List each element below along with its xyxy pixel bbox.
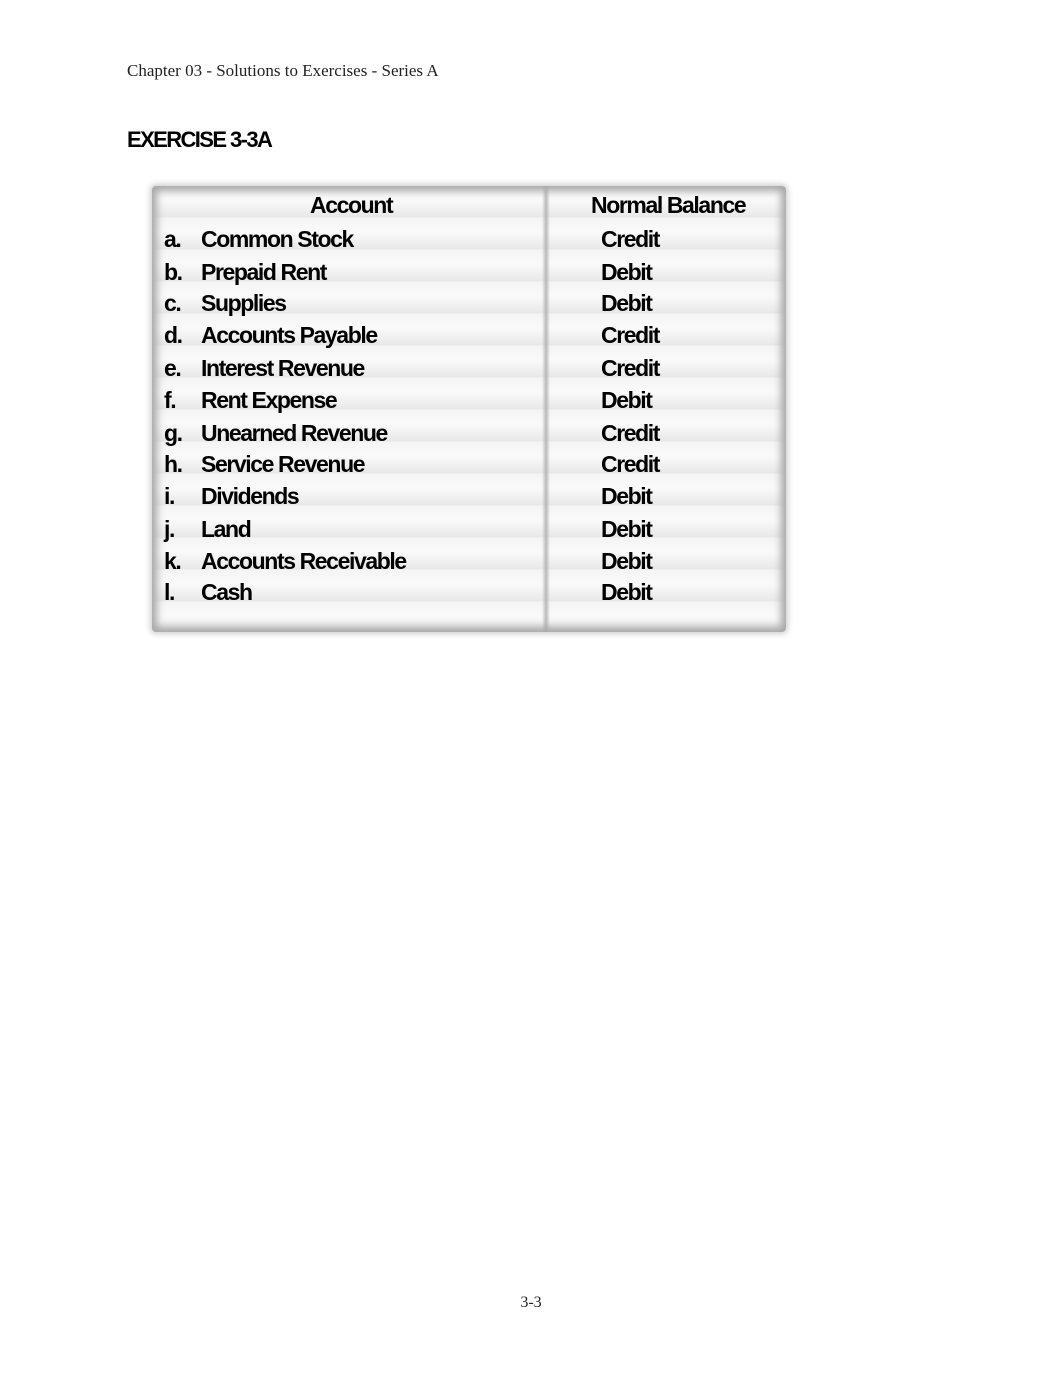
running-header: Chapter 03 - Solutions to Exercises - Se… <box>127 61 439 80</box>
account-name: Unearned Revenue <box>201 420 388 446</box>
table-row: h. Service Revenue Credit <box>152 451 786 483</box>
table-row: i. Dividends Debit <box>152 483 786 515</box>
table-row: g. Unearned Revenue Credit <box>152 420 786 452</box>
account-name: Service Revenue <box>201 451 366 477</box>
table-row: c. Supplies Debit <box>152 290 786 322</box>
normal-balance: Credit <box>601 451 660 477</box>
row-letter: f. <box>164 387 177 413</box>
table-row: e. Interest Revenue Credit <box>152 355 786 387</box>
table-row: a. Common Stock Credit <box>152 226 786 258</box>
table-row: j. Land Debit <box>152 516 786 548</box>
row-letter: c. <box>164 290 182 316</box>
table-row: f. Rent Expense Debit <box>152 387 786 419</box>
normal-balance: Credit <box>601 322 660 348</box>
column-header-normal-balance: Normal Balance <box>591 192 747 218</box>
table-row: l. Cash Debit <box>152 579 786 611</box>
row-letter: d. <box>164 322 183 348</box>
account-name: Land <box>201 516 252 542</box>
exercise-title: EXERCISE 3-3A <box>127 127 273 152</box>
normal-balance: Debit <box>601 483 653 509</box>
normal-balance: Debit <box>601 548 653 574</box>
table-row: d. Accounts Payable Credit <box>152 322 786 354</box>
normal-balance: Credit <box>601 355 660 381</box>
account-name: Cash <box>201 579 253 605</box>
row-letter: j. <box>164 516 175 542</box>
account-name: Accounts Payable <box>201 322 378 348</box>
account-name: Rent Expense <box>201 387 338 413</box>
table-row: k. Accounts Receivable Debit <box>152 548 786 580</box>
normal-balance: Debit <box>601 579 653 605</box>
account-name: Prepaid Rent <box>201 259 327 285</box>
account-name: Common Stock <box>201 226 354 252</box>
row-letter: i. <box>164 483 175 509</box>
account-name: Supplies <box>201 290 287 316</box>
row-letter: k. <box>164 548 182 574</box>
column-header-account: Account <box>310 192 394 218</box>
account-name: Accounts Receivable <box>201 548 407 574</box>
normal-balance-table: Account Normal Balance a. Common Stock Cre… <box>152 186 786 632</box>
row-letter: g. <box>164 420 183 446</box>
row-letter: h. <box>164 451 183 477</box>
normal-balance: Debit <box>601 290 653 316</box>
account-name: Interest Revenue <box>201 355 365 381</box>
normal-balance: Debit <box>601 516 653 542</box>
row-letter: a. <box>164 226 182 252</box>
account-name: Dividends <box>201 483 300 509</box>
row-letter: e. <box>164 355 182 381</box>
table-row: b. Prepaid Rent Debit <box>152 259 786 291</box>
normal-balance: Debit <box>601 259 653 285</box>
row-letter: b. <box>164 259 183 285</box>
page-number: 3-3 <box>520 1294 542 1311</box>
row-letter: l. <box>164 579 175 605</box>
normal-balance: Credit <box>601 420 660 446</box>
normal-balance: Credit <box>601 226 660 252</box>
normal-balance: Debit <box>601 387 653 413</box>
